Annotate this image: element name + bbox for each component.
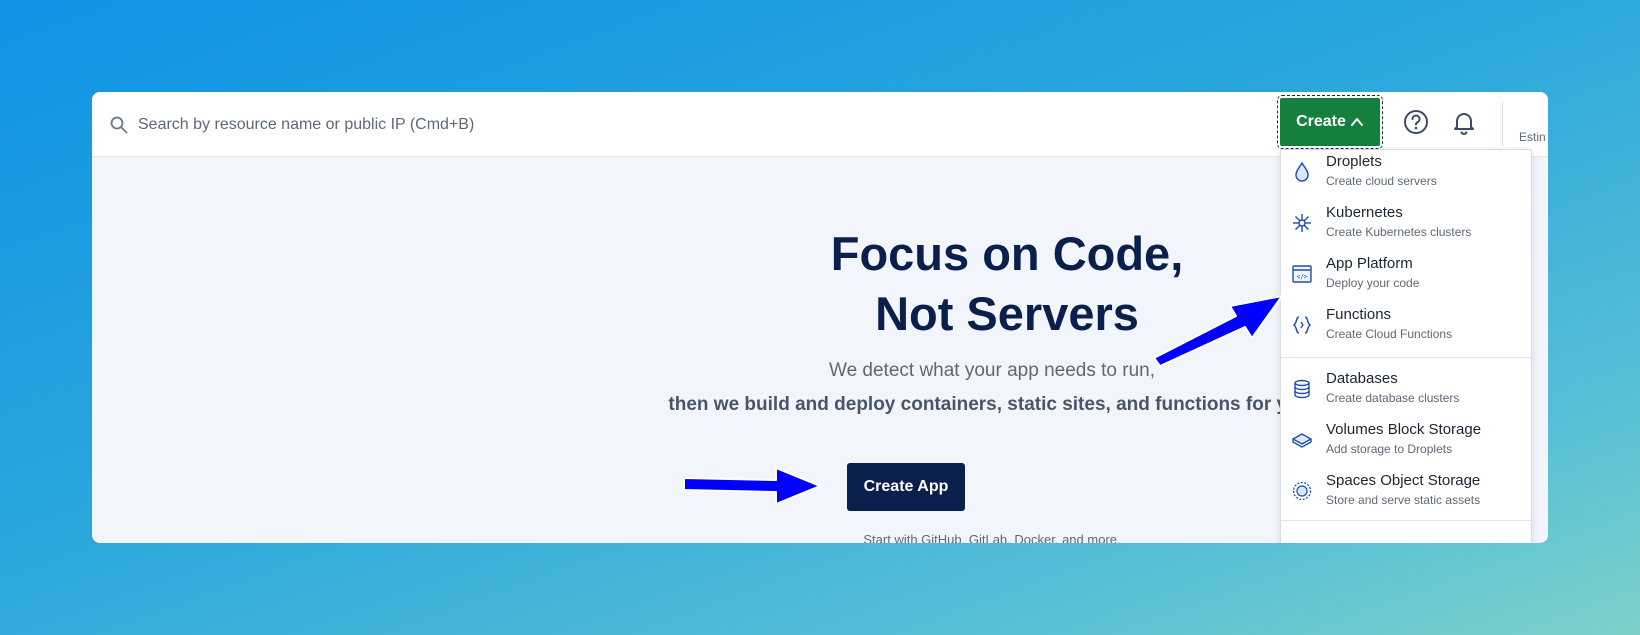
menu-item-label: Databases	[1326, 370, 1398, 387]
estimate-text: Estin	[1519, 130, 1546, 144]
menu-item-spaces[interactable]: Spaces Object Storage Store and serve st…	[1281, 470, 1531, 516]
menu-divider	[1281, 357, 1531, 358]
header-divider	[1502, 102, 1503, 146]
annotation-arrow-create-app	[683, 467, 821, 505]
create-app-button[interactable]: Create App	[847, 463, 965, 511]
menu-item-app-platform[interactable]: </> App Platform Deploy your code	[1281, 253, 1531, 299]
help-icon[interactable]	[1402, 108, 1430, 136]
menu-item-label: Spaces Object Storage	[1326, 472, 1481, 489]
menu-item-label: Droplets	[1326, 153, 1382, 170]
create-button-label: Create	[1296, 113, 1346, 130]
functions-icon	[1292, 316, 1312, 334]
create-dropdown-menu: Droplets Create cloud servers Kubernetes…	[1280, 149, 1532, 543]
hero-description-2: then we build and deploy containers, sta…	[668, 394, 1316, 415]
menu-item-sub: Create cloud servers	[1326, 174, 1437, 188]
menu-item-sub: Store and serve static assets	[1326, 493, 1481, 507]
menu-item-label: Functions	[1326, 306, 1392, 323]
menu-item-volumes[interactable]: Volumes Block Storage Add storage to Dro…	[1281, 419, 1531, 465]
menu-divider	[1281, 520, 1531, 521]
menu-item-label: Kubernetes	[1326, 204, 1403, 221]
menu-item-sub: Create database clusters	[1326, 391, 1460, 405]
menu-item-functions[interactable]: Functions Create Cloud Functions	[1281, 304, 1531, 350]
droplet-icon	[1295, 161, 1309, 182]
database-icon	[1294, 379, 1310, 399]
spaces-icon	[1292, 481, 1312, 501]
menu-item-label: Volumes Block Storage	[1326, 421, 1482, 438]
app-platform-icon: </>	[1292, 265, 1312, 283]
start-subtext: Start with GitHub, GitLab, Docker, and m…	[863, 532, 1121, 543]
annotation-arrow-app-platform	[1153, 295, 1283, 367]
menu-item-sub: Deploy your code	[1326, 276, 1420, 290]
chevron-up-icon	[1350, 118, 1363, 126]
svg-text:</>: </>	[1297, 274, 1308, 281]
menu-item-kubernetes[interactable]: Kubernetes Create Kubernetes clusters	[1281, 202, 1531, 248]
create-button[interactable]: Create	[1277, 95, 1383, 149]
top-bar: Create Estin	[92, 92, 1548, 157]
hero-title-line1: Focus on Code,	[830, 227, 1184, 280]
search-icon	[110, 116, 128, 134]
menu-item-label: App Platform	[1326, 255, 1413, 272]
volume-icon	[1292, 433, 1312, 448]
menu-item-droplets[interactable]: Droplets Create cloud servers	[1281, 151, 1531, 197]
kubernetes-icon	[1293, 214, 1311, 232]
menu-item-sub: Create Kubernetes clusters	[1326, 225, 1472, 239]
hero-title-line2: Not Servers	[875, 287, 1139, 340]
menu-item-sub: Create Cloud Functions	[1326, 327, 1453, 341]
bell-icon[interactable]	[1450, 108, 1478, 136]
menu-item-databases[interactable]: Databases Create database clusters	[1281, 368, 1531, 414]
search-input[interactable]	[136, 106, 740, 144]
menu-item-sub: Add storage to Droplets	[1326, 442, 1453, 456]
